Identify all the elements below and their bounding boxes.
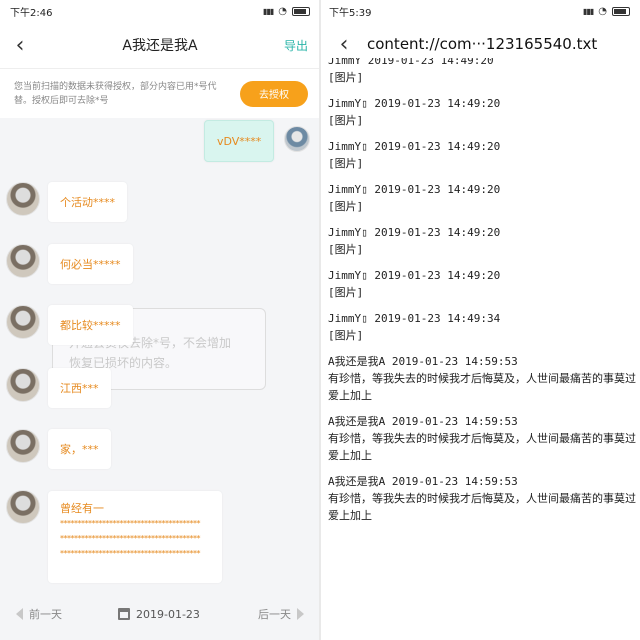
entry-body: [图片]	[328, 329, 364, 342]
message-text: 曾经有一	[60, 502, 104, 515]
masked-line: ****************************************	[60, 519, 201, 528]
calendar-icon	[118, 608, 130, 620]
entry-header: JimmY▯ 2019-01-23 14:49:20	[328, 140, 501, 153]
message-text: vDV****	[217, 134, 262, 148]
next-day-label: 后一天	[258, 608, 291, 621]
next-day-button[interactable]: 后一天	[258, 606, 304, 622]
entry-header: JimmY▯ 2019-01-23 14:49:20	[328, 183, 501, 196]
log-entry: JimmY▯ 2019-01-23 14:49:20 [图片]	[328, 224, 640, 258]
status-time: 下午5:39	[329, 7, 372, 19]
entry-body: [图片]	[328, 157, 364, 170]
log-entry: A我还是我A 2019-01-23 14:59:53 有珍惜，等我失去的时候我才…	[328, 413, 640, 464]
entry-header: JimmY▯ 2019-01-23 14:49:20	[328, 226, 501, 239]
masked-line: ****************************************	[60, 549, 201, 558]
status-bar: 下午2:46 ▮▮▮ ◔	[0, 0, 320, 22]
entry-body: 爱上加上	[328, 449, 372, 462]
entry-body: [图片]	[328, 243, 364, 256]
entry-header: A我还是我A 2019-01-23 14:59:53	[328, 475, 518, 488]
message-text: 个活动****	[60, 196, 115, 209]
log-entry: JimmY▯ 2019-01-23 14:49:20 [图片]	[328, 95, 640, 129]
contact-avatar[interactable]	[6, 368, 40, 402]
file-title: content://com···123165540.txt	[367, 35, 598, 53]
clipped-line: JimmY 2019-01-23 14:49:20	[328, 58, 640, 69]
message-text: 都比较*****	[60, 319, 121, 332]
log-entry: JimmY▯ 2019-01-23 14:49:34 [图片]	[328, 310, 640, 344]
battery-icon	[612, 6, 630, 16]
contact-avatar[interactable]	[6, 490, 40, 524]
export-button[interactable]: 导出	[284, 37, 308, 54]
log-entry: A我还是我A 2019-01-23 14:59:53 有珍惜，等我失去的时候我才…	[328, 473, 640, 524]
clipped-text: JimmY 2019-01-23 14:49:20	[328, 58, 494, 67]
status-bar: 下午5:39 ▮▮▮ ◔	[321, 0, 640, 22]
log-entry: JimmY▯ 2019-01-23 14:49:20 [图片]	[328, 138, 640, 172]
status-icons: ▮▮▮ ◔	[583, 6, 630, 17]
entry-body: 爱上加上	[328, 389, 372, 402]
message-bubble[interactable]: 个活动****	[48, 182, 127, 222]
entry-body: 有珍惜，等我失去的时候我才后悔莫及，人世间最痛苦的事莫过	[328, 432, 636, 445]
contact-avatar[interactable]	[6, 429, 40, 463]
auth-banner: 您当前扫描的数据未获得授权，部分内容已用*号代替。授权后即可去除*号 去授权	[0, 68, 320, 118]
authorize-button[interactable]: 去授权	[240, 80, 308, 107]
signal-icon: ▮▮▮	[263, 6, 274, 16]
contact-avatar[interactable]	[6, 182, 40, 216]
log-entry: JimmY▯ 2019-01-23 14:49:20 [图片]	[328, 267, 640, 301]
text-file-viewer-screen: 下午5:39 ▮▮▮ ◔ ‹ content://com···123165540…	[321, 0, 640, 640]
current-date: 2019-01-23	[136, 607, 200, 621]
back-button[interactable]: ‹	[0, 22, 40, 68]
message-bubble-long[interactable]: 曾经有一 ***********************************…	[48, 491, 222, 583]
entry-header: A我还是我A 2019-01-23 14:59:53	[328, 355, 518, 368]
message-bubble[interactable]: 何必当*****	[48, 244, 133, 284]
triangle-right-icon	[297, 608, 304, 620]
log-entry: A我还是我A 2019-01-23 14:59:53 有珍惜，等我失去的时候我才…	[328, 353, 640, 404]
auth-notice: 您当前扫描的数据未获得授权，部分内容已用*号代替。授权后即可去除*号	[14, 81, 217, 106]
wifi-icon: ◔	[278, 5, 287, 17]
log-entry: JimmY▯ 2019-01-23 14:49:20 [图片]	[328, 181, 640, 215]
self-avatar[interactable]	[284, 126, 310, 152]
entry-header: A我还是我A 2019-01-23 14:59:53	[328, 415, 518, 428]
contact-avatar[interactable]	[6, 305, 40, 339]
entry-body: 爱上加上	[328, 509, 372, 522]
entry-body: 有珍惜，等我失去的时候我才后悔莫及，人世间最痛苦的事莫过	[328, 492, 636, 505]
entry-header: JimmY▯ 2019-01-23 14:49:20	[328, 97, 501, 110]
message-bubble-self[interactable]: vDV****	[204, 120, 275, 162]
chat-viewer-screen: 下午2:46 ▮▮▮ ◔ ‹ A我还是我A 导出 您当前扫描的数据未获得授权，部…	[0, 0, 320, 640]
title-bar: ‹ A我还是我A 导出	[0, 22, 320, 68]
entry-body: [图片]	[328, 71, 364, 84]
masked-line: ****************************************	[60, 534, 201, 543]
triangle-left-icon	[16, 608, 23, 620]
signal-icon: ▮▮▮	[583, 6, 594, 16]
log-entry: [图片]	[328, 69, 640, 86]
page-title: A我还是我A	[122, 38, 198, 54]
date-picker[interactable]: 2019-01-23	[118, 608, 200, 621]
message-text: 江西***	[60, 382, 99, 395]
wifi-icon: ◔	[598, 5, 607, 17]
entry-body: [图片]	[328, 114, 364, 127]
message-text: 何必当*****	[60, 258, 121, 271]
message-text: 家，***	[60, 443, 99, 456]
entry-header: JimmY▯ 2019-01-23 14:49:34	[328, 312, 501, 325]
previous-day-button[interactable]: 前一天	[16, 606, 62, 622]
message-bubble[interactable]: 都比较*****	[48, 305, 133, 345]
entry-body: [图片]	[328, 200, 364, 213]
entry-body: [图片]	[328, 286, 364, 299]
chevron-left-icon: ‹	[339, 31, 349, 57]
status-icons: ▮▮▮ ◔	[263, 6, 310, 17]
file-content[interactable]: JimmY 2019-01-23 14:49:20 [图片] JimmY▯ 20…	[328, 58, 640, 533]
chevron-left-icon: ‹	[15, 32, 25, 58]
chat-message-list[interactable]: 开通会员仅去除*号，不会增加 恢复已损坏的内容。 vDV**** 个活动****…	[0, 118, 320, 588]
day-navigation: 前一天 2019-01-23 后一天	[0, 588, 320, 640]
message-bubble[interactable]: 家，***	[48, 429, 111, 469]
status-time: 下午2:46	[10, 7, 53, 19]
entry-body: 有珍惜，等我失去的时候我才后悔莫及，人世间最痛苦的事莫过	[328, 372, 636, 385]
battery-icon	[292, 6, 310, 16]
entry-header: JimmY▯ 2019-01-23 14:49:20	[328, 269, 501, 282]
message-bubble[interactable]: 江西***	[48, 368, 111, 408]
previous-day-label: 前一天	[29, 608, 62, 621]
contact-avatar[interactable]	[6, 244, 40, 278]
